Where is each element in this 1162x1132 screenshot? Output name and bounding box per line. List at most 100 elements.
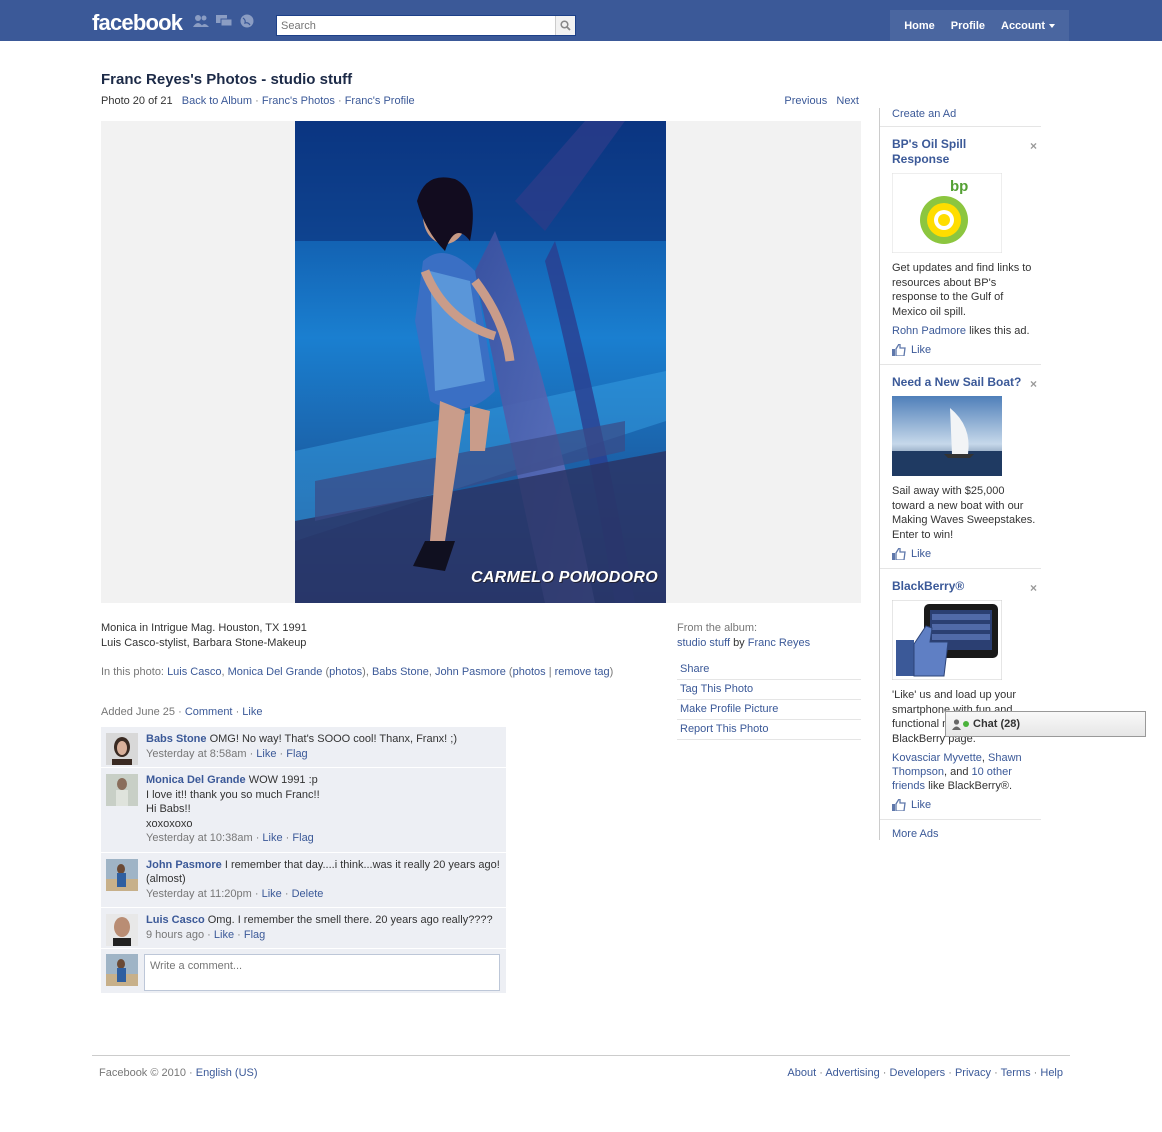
nav-account[interactable]: Account	[993, 20, 1063, 32]
close-icon[interactable]: ×	[1030, 139, 1037, 153]
francs-photos-link[interactable]: Franc's Photos	[262, 95, 335, 107]
comment-text-line: xoxoxoxo	[146, 817, 193, 830]
share-link[interactable]: Share	[677, 660, 861, 680]
comment-flag-link[interactable]: Flag	[244, 929, 265, 941]
footer-privacy-link[interactable]: Privacy	[955, 1067, 991, 1079]
from-album-label: From the album:	[677, 622, 758, 634]
thumbs-up-icon	[892, 799, 906, 811]
nav-home[interactable]: Home	[896, 20, 943, 32]
comment-like-link[interactable]: Like	[262, 888, 282, 900]
tag-luis-casco[interactable]: Luis Casco	[167, 666, 221, 678]
comment-like-link[interactable]: Like	[262, 832, 282, 844]
comment-time: Yesterday at 8:58am	[146, 747, 247, 760]
avatar[interactable]	[106, 858, 138, 891]
comment-author[interactable]: John Pasmore	[146, 859, 222, 871]
avatar[interactable]	[106, 774, 138, 806]
previous-link[interactable]: Previous	[784, 95, 827, 107]
separator: ·	[337, 95, 342, 107]
comment-like-link[interactable]: Like	[256, 748, 276, 760]
language-link[interactable]: English (US)	[196, 1067, 258, 1079]
tag-photo-link[interactable]: Tag This Photo	[677, 680, 861, 700]
comment-body: John Pasmore I remember that day....i th…	[146, 858, 501, 902]
separator: ·	[284, 887, 289, 900]
top-bar-inner: facebook Home Profile Account	[92, 0, 1069, 41]
nav-profile[interactable]: Profile	[943, 20, 993, 32]
ad-like-button[interactable]: Like	[892, 799, 1041, 811]
ad-social-friend[interactable]: Kovasciar Myvette	[892, 752, 982, 764]
john-photos-link[interactable]: photos	[513, 666, 546, 678]
messages-icon[interactable]	[216, 14, 232, 28]
tag-john-pasmore[interactable]: John Pasmore	[435, 666, 506, 678]
ad-image[interactable]	[892, 396, 1002, 476]
ad-like-label: Like	[911, 548, 932, 560]
copyright: Facebook © 2010 ·	[99, 1067, 193, 1079]
next-link[interactable]: Next	[836, 95, 859, 107]
friend-requests-icon[interactable]	[193, 14, 209, 28]
chat-count: (28)	[1000, 718, 1021, 730]
francs-profile-link[interactable]: Franc's Profile	[345, 95, 415, 107]
ad-title[interactable]: BP's Oil Spill Response	[892, 137, 1022, 167]
search-input[interactable]	[277, 16, 553, 35]
comment-author[interactable]: Luis Casco	[146, 914, 205, 926]
comment-item: John Pasmore I remember that day....i th…	[101, 852, 506, 908]
footer-developers-link[interactable]: Developers	[890, 1067, 946, 1079]
separator: ·	[237, 928, 241, 941]
tag-babs-stone[interactable]: Babs Stone	[372, 666, 429, 678]
caption-line-1: Monica in Intrigue Mag. Houston, TX 1991	[101, 622, 307, 634]
comment-body: Luis Casco Omg. I remember the smell the…	[146, 913, 501, 942]
album-name-link[interactable]: studio stuff	[677, 637, 730, 649]
notifications-globe-icon[interactable]	[239, 14, 255, 28]
ad-text: Sail away with $25,000 toward a new boat…	[892, 485, 1036, 541]
like-link[interactable]: Like	[242, 706, 262, 718]
photo-caption: Monica in Intrigue Mag. Houston, TX 1991…	[101, 621, 641, 651]
footer-terms-link[interactable]: Terms	[1001, 1067, 1031, 1079]
avatar[interactable]	[106, 914, 138, 946]
tag-monica-del-grande[interactable]: Monica Del Grande	[228, 666, 323, 678]
comment-author[interactable]: Babs Stone	[146, 733, 207, 745]
close-icon[interactable]: ×	[1030, 377, 1037, 391]
separator: ·	[285, 832, 290, 844]
online-status-icon	[963, 721, 969, 727]
footer-advertising-link[interactable]: Advertising	[825, 1067, 879, 1079]
search-button[interactable]	[555, 16, 575, 35]
footer-help-link[interactable]: Help	[1040, 1067, 1063, 1079]
ad-social-friend[interactable]: Rohn Padmore	[892, 325, 966, 337]
search-box	[276, 15, 576, 36]
report-photo-link[interactable]: Report This Photo	[677, 720, 861, 740]
more-ads-link[interactable]: More Ads	[892, 828, 938, 840]
main-photo[interactable]: CARMELO POMODORO	[295, 121, 666, 603]
comment-flag-link[interactable]: Flag	[286, 748, 307, 760]
comment-text: OMG! No way! That's SOOO cool! Thanx, Fr…	[209, 733, 458, 745]
comment-time: Yesterday at 10:38am	[146, 832, 253, 844]
ad-image[interactable]: bp	[892, 173, 1002, 253]
comment-link[interactable]: Comment	[185, 706, 233, 718]
ad-like-button[interactable]: Like	[892, 548, 1041, 560]
footer-about-link[interactable]: About	[787, 1067, 816, 1079]
separator: ·	[178, 706, 182, 718]
facebook-logo[interactable]: facebook	[92, 10, 183, 36]
ad-like-button[interactable]: Like	[892, 344, 1041, 356]
ad-title[interactable]: Need a New Sail Boat?	[892, 375, 1022, 390]
separator: ·	[249, 747, 254, 760]
comment-text-line: Hi Babs!!	[146, 803, 191, 815]
comment-author[interactable]: Monica Del Grande	[146, 774, 246, 786]
comment-delete-link[interactable]: Delete	[292, 888, 324, 900]
footer-left: Facebook © 2010 · English (US)	[99, 1067, 258, 1079]
close-icon[interactable]: ×	[1030, 581, 1037, 595]
ad-title[interactable]: BlackBerry®	[892, 579, 1022, 594]
ad-image[interactable]	[892, 600, 1002, 680]
comment-like-link[interactable]: Like	[214, 929, 234, 941]
chat-bar[interactable]: Chat (28)	[945, 711, 1146, 737]
create-ad-link[interactable]: Create an Ad	[892, 108, 956, 120]
make-profile-picture-link[interactable]: Make Profile Picture	[677, 700, 861, 720]
bp-logo-text: bp	[950, 178, 968, 195]
avatar[interactable]	[106, 733, 138, 765]
back-to-album-link[interactable]: Back to Album	[182, 95, 252, 107]
comment-input[interactable]	[144, 954, 500, 991]
comment-flag-link[interactable]: Flag	[292, 832, 313, 844]
album-info: From the album: studio stuff by Franc Re…	[677, 621, 861, 651]
monica-photos-link[interactable]: photos	[329, 666, 362, 678]
remove-tag-link[interactable]: remove tag	[555, 666, 610, 678]
comment-text: WOW 1991 :p	[248, 774, 318, 786]
album-owner-link[interactable]: Franc Reyes	[748, 637, 810, 649]
